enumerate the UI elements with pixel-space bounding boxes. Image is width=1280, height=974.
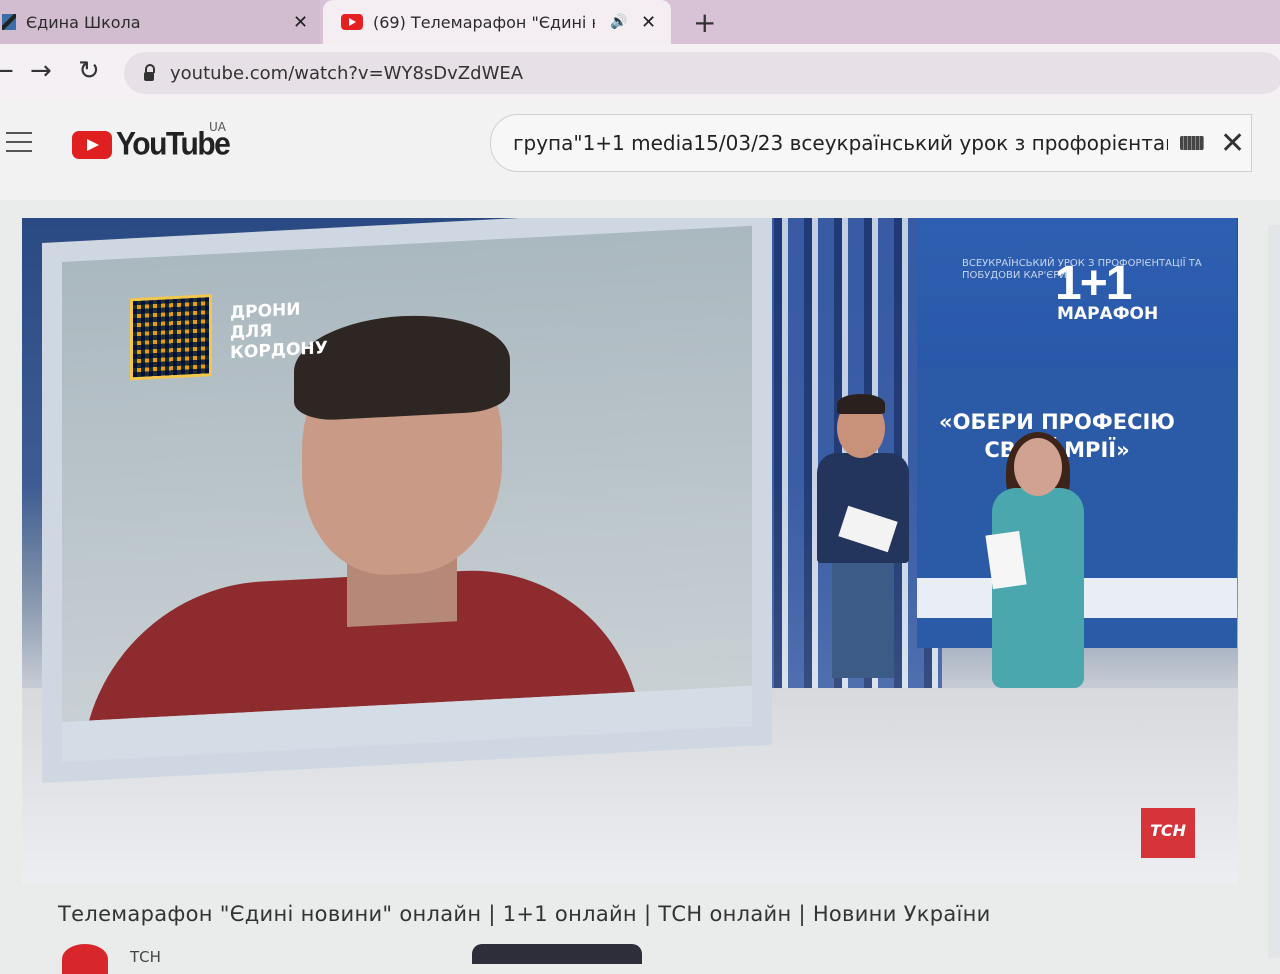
school-favicon-icon xyxy=(2,14,16,30)
search-box[interactable]: група"1+1 media15/03/23 всеукраїнський у… xyxy=(490,114,1252,172)
page-right-edge xyxy=(1268,225,1280,958)
lock-icon[interactable] xyxy=(144,63,155,81)
clear-search-icon[interactable]: ✕ xyxy=(1220,126,1245,161)
subscribe-button[interactable] xyxy=(472,944,642,964)
channel-name[interactable]: ТСН xyxy=(130,948,161,966)
reload-button[interactable]: ↻ xyxy=(78,56,100,86)
address-bar[interactable]: youtube.com/watch?v=WY8sDvZdWEA xyxy=(124,52,1280,94)
tab-yedyna-shkola[interactable]: Єдина Школа ✕ xyxy=(0,0,320,44)
menu-icon[interactable] xyxy=(6,132,32,159)
forward-button[interactable]: → xyxy=(30,56,52,86)
marathon-logo: 1+1 xyxy=(1055,257,1132,310)
new-tab-button[interactable]: + xyxy=(693,6,716,39)
qr-caption: ДРОНИ ДЛЯ КОРДОНУ xyxy=(230,299,328,364)
tab-close-icon[interactable]: ✕ xyxy=(293,12,308,33)
video-title: Телемарафон "Єдині новини" онлайн | 1+1 … xyxy=(58,902,991,926)
qr-code-icon xyxy=(130,294,212,381)
channel-avatar[interactable] xyxy=(62,944,108,974)
audio-playing-icon[interactable]: 🔊 xyxy=(610,14,627,30)
youtube-header: YouTube UA група"1+1 media15/03/23 всеук… xyxy=(0,100,1280,200)
guest-video: ДРОНИ ДЛЯ КОРДОНУ xyxy=(62,225,752,722)
marathon-label: МАРАФОН xyxy=(1057,304,1159,324)
guest-monitor: ДРОНИ ДЛЯ КОРДОНУ xyxy=(42,218,772,784)
youtube-logo[interactable]: YouTube xyxy=(72,127,231,162)
url-text[interactable]: youtube.com/watch?v=WY8sDvZdWEA xyxy=(170,63,523,84)
tab-strip: Єдина Школа ✕ (69) Телемарафон "Єдині нс… xyxy=(0,0,1280,46)
presenter-woman xyxy=(984,432,1094,718)
video-player[interactable]: ВСЕУКРАЇНСЬКИЙ УРОК З ПРОФОРІЄНТАЦІЇ ТА … xyxy=(22,218,1238,884)
presenter-man xyxy=(812,394,912,688)
tab-title: Єдина Школа xyxy=(26,12,141,32)
region-code: UA xyxy=(209,120,226,134)
studio-scene: ВСЕУКРАЇНСЬКИЙ УРОК З ПРОФОРІЄНТАЦІЇ ТА … xyxy=(22,218,1238,884)
back-button[interactable]: ← xyxy=(0,56,14,86)
youtube-play-icon xyxy=(72,131,112,159)
browser-toolbar: ← → ↻ youtube.com/watch?v=WY8sDvZdWEA xyxy=(0,44,1280,100)
tab-title: (69) Телемарафон "Єдині нс xyxy=(373,12,595,32)
tsn-channel-badge: ТСН xyxy=(1141,808,1195,858)
tab-close-icon[interactable]: ✕ xyxy=(641,12,656,33)
youtube-favicon-icon xyxy=(341,14,363,30)
tab-youtube-telemarathon[interactable]: (69) Телемарафон "Єдині нс 🔊 ✕ xyxy=(323,0,671,44)
search-input[interactable]: група"1+1 media15/03/23 всеукраїнський у… xyxy=(513,131,1168,155)
keyboard-icon[interactable] xyxy=(1180,136,1204,150)
